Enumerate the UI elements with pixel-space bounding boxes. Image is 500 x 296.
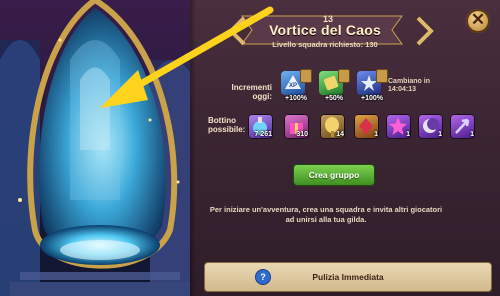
pointer-arrow-icon [100, 6, 274, 108]
